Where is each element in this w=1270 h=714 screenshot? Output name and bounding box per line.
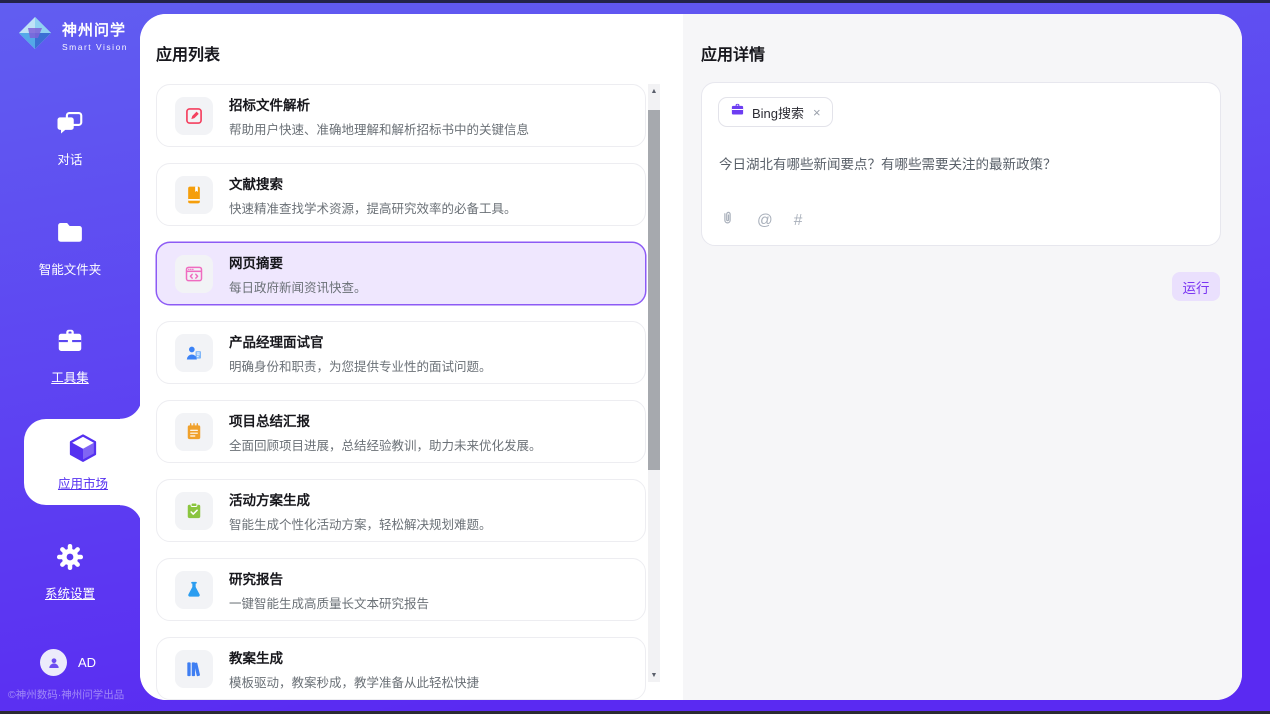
cube-icon [67, 451, 99, 468]
sidebar-item-label: 工具集 [0, 367, 140, 386]
app-list-scrollbar[interactable]: ▲ ▼ [648, 84, 660, 682]
tool-tag-bing-search[interactable]: Bing搜索 × [718, 97, 833, 127]
app-window: 神州问学 Smart Vision 对话 智能文件夹 [0, 0, 1270, 714]
app-card-tender-parse[interactable]: 招标文件解析 帮助用户快速、准确地理解和解析招标书中的关键信息 [156, 84, 646, 147]
gear-icon [55, 559, 85, 576]
books-icon [175, 650, 213, 688]
app-list-panel: 应用列表 招标文件解析 帮助用户快速、准确地理解和解析招标书中的关键信息 [140, 14, 683, 700]
briefcase-icon [730, 102, 745, 122]
sidebar-item-chat[interactable]: 对话 [0, 108, 140, 168]
top-edge-strip [0, 0, 1270, 3]
prompt-input[interactable]: 今日湖北有哪些新闻要点？有哪些需要关注的最新政策？ [719, 153, 1199, 173]
app-card-desc: 一键智能生成高质量长文本研究报告 [229, 593, 429, 612]
user-account-button[interactable]: AD [40, 649, 96, 676]
main-panel: 应用列表 招标文件解析 帮助用户快速、准确地理解和解析招标书中的关键信息 [140, 14, 1242, 700]
app-card-title: 教案生成 [229, 647, 479, 667]
app-card-desc: 快速精准查找学术资源，提高研究效率的必备工具。 [229, 198, 517, 217]
scrollbar-thumb[interactable] [648, 110, 660, 470]
app-card-title: 产品经理面试官 [229, 331, 492, 351]
app-card-literature-search[interactable]: 文献搜索 快速精准查找学术资源，提高研究效率的必备工具。 [156, 163, 646, 226]
app-card-desc: 模板驱动，教案秒成，教学准备从此轻松快捷 [229, 672, 479, 691]
app-card-lesson-plan[interactable]: 教案生成 模板驱动，教案秒成，教学准备从此轻松快捷 [156, 637, 646, 700]
sidebar-item-label: 对话 [0, 149, 140, 168]
app-card-list: 招标文件解析 帮助用户快速、准确地理解和解析招标书中的关键信息 文献搜索 [156, 84, 646, 700]
app-card-title: 网页摘要 [229, 252, 367, 272]
app-card-title: 项目总结汇报 [229, 410, 542, 430]
app-card-desc: 明确身份和职责，为您提供专业性的面试问题。 [229, 356, 492, 375]
sidebar: 神州问学 Smart Vision 对话 智能文件夹 [0, 0, 140, 714]
brand-diamond-icon [16, 14, 54, 57]
app-card-title: 招标文件解析 [229, 94, 529, 114]
sidebar-item-app-market-active[interactable]: 应用市场 [24, 419, 142, 505]
run-button[interactable]: 运行 [1172, 272, 1220, 301]
hash-icon[interactable]: # [794, 212, 803, 230]
webpage-code-icon [175, 255, 213, 293]
app-card-research-report[interactable]: 研究报告 一键智能生成高质量长文本研究报告 [156, 558, 646, 621]
app-list-title: 应用列表 [156, 41, 220, 65]
paperclip-icon[interactable] [719, 210, 736, 232]
tool-tag-close-icon[interactable]: × [813, 105, 821, 120]
clipboard-check-icon [175, 492, 213, 530]
sidebar-item-settings[interactable]: 系统设置 [0, 542, 140, 602]
prompt-composer-card: Bing搜索 × 今日湖北有哪些新闻要点？有哪些需要关注的最新政策？ @ # [701, 82, 1221, 246]
app-detail-panel: 应用详情 Bing搜索 × 今日湖北有哪些新闻要点？有哪些需要关注的最新政策？ [683, 14, 1242, 700]
brand-subtitle: Smart Vision [62, 42, 128, 52]
interviewer-person-icon [175, 334, 213, 372]
mention-at-icon[interactable]: @ [757, 212, 773, 230]
app-card-desc: 帮助用户快速、准确地理解和解析招标书中的关键信息 [229, 119, 529, 138]
app-card-desc: 智能生成个性化活动方案，轻松解决规划难题。 [229, 514, 492, 533]
app-card-pm-interviewer[interactable]: 产品经理面试官 明确身份和职责，为您提供专业性的面试问题。 [156, 321, 646, 384]
copyright-text: ©神州数码·神州问学出品 [8, 687, 124, 702]
sidebar-item-label: 系统设置 [0, 583, 140, 602]
app-card-title: 研究报告 [229, 568, 429, 588]
book-icon [175, 176, 213, 214]
app-card-title: 文献搜索 [229, 173, 517, 193]
brand-name: 神州问学 [62, 22, 126, 39]
sidebar-item-label: 应用市场 [24, 473, 142, 492]
tool-tag-label: Bing搜索 [752, 103, 804, 122]
app-card-project-summary[interactable]: 项目总结汇报 全面回顾项目进展，总结经验教训，助力未来优化发展。 [156, 400, 646, 463]
app-card-activity-plan[interactable]: 活动方案生成 智能生成个性化活动方案，轻松解决规划难题。 [156, 479, 646, 542]
brand-text: 神州问学 Smart Vision [62, 19, 128, 52]
scrollbar-up-button[interactable]: ▲ [648, 84, 660, 98]
sidebar-item-label: 智能文件夹 [0, 259, 140, 278]
user-name: AD [78, 655, 96, 670]
avatar [40, 649, 67, 676]
app-card-desc: 全面回顾项目进展，总结经验教训，助力未来优化发展。 [229, 435, 542, 454]
chat-icon [55, 125, 85, 142]
notepad-icon [175, 413, 213, 451]
app-card-webpage-summary-selected[interactable]: 网页摘要 每日政府新闻资讯快查。 [156, 242, 646, 305]
research-flask-icon [175, 571, 213, 609]
app-card-desc: 每日政府新闻资讯快查。 [229, 277, 367, 296]
brand-logo: 神州问学 Smart Vision [16, 14, 128, 57]
scrollbar-down-button[interactable]: ▼ [648, 668, 660, 682]
folder-icon [55, 235, 85, 252]
app-card-title: 活动方案生成 [229, 489, 492, 509]
sidebar-item-smart-folder[interactable]: 智能文件夹 [0, 218, 140, 278]
app-detail-title: 应用详情 [701, 41, 765, 65]
composer-toolbar: @ # [719, 210, 802, 232]
edit-document-icon [175, 97, 213, 135]
toolbox-icon [55, 343, 85, 360]
sidebar-item-toolset[interactable]: 工具集 [0, 326, 140, 386]
